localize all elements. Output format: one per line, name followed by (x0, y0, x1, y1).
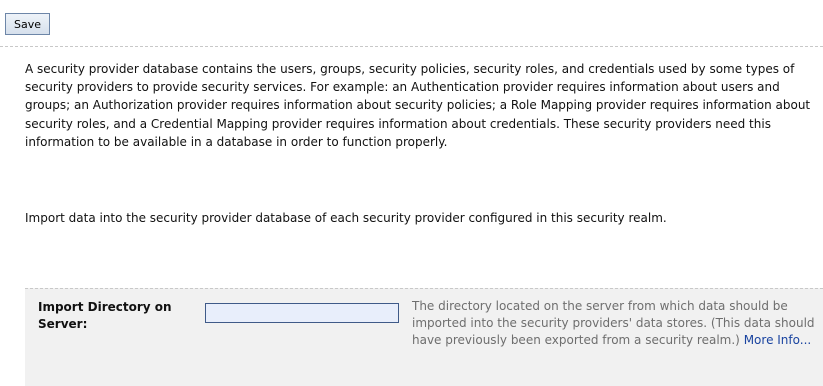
import-directory-label: Import Directory on Server: (38, 300, 172, 331)
more-info-link[interactable]: More Info... (744, 333, 812, 347)
instruction-text: Import data into the security provider d… (25, 211, 667, 225)
page-description: A security provider database contains th… (25, 62, 811, 149)
save-button[interactable]: Save (5, 13, 51, 35)
import-directory-help: The directory located on the server from… (412, 298, 823, 349)
divider (0, 46, 823, 47)
import-directory-row: Import Directory on Server: The director… (25, 288, 823, 386)
toolbar: Save (0, 0, 823, 46)
import-directory-input[interactable] (205, 303, 399, 323)
